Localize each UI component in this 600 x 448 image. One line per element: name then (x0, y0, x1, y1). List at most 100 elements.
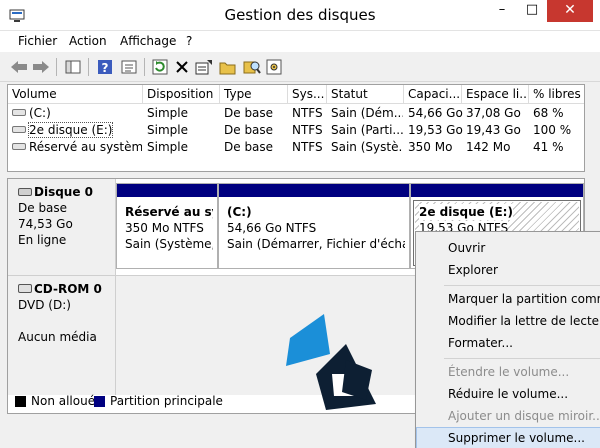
volume-capacity: 19,53 Go (408, 123, 463, 137)
help-icon[interactable]: ? (96, 58, 114, 76)
column-header-volume[interactable]: Volume (8, 85, 143, 104)
menu-separator (444, 358, 600, 359)
partition-title: Réservé au syst (125, 205, 213, 219)
menu-item-delete-volume[interactable]: Supprimer le volume... (416, 427, 600, 448)
toolbar-separator (88, 58, 89, 76)
volume-filesystem: NTFS (292, 106, 323, 120)
disk-icon (18, 188, 32, 196)
context-menu: Ouvrir Explorer Marquer la partition com… (415, 231, 600, 448)
minimize-button[interactable]: – (487, 0, 517, 22)
cdrom-name: CD-ROM 0 (34, 282, 102, 296)
volume-free-percent: 41 % (533, 140, 564, 154)
disk-0-label[interactable]: Disque 0 De base 74,53 Go En ligne (8, 179, 116, 275)
menu-item-shrink-volume[interactable]: Réduire le volume... (416, 383, 600, 405)
column-header-filesystem[interactable]: Sys... (288, 85, 327, 104)
legend-unallocated-swatch (15, 396, 26, 407)
rescan-icon[interactable] (265, 58, 283, 76)
column-header-statut[interactable]: Statut (327, 85, 404, 104)
menu-separator (444, 285, 600, 286)
volume-filesystem: NTFS (292, 140, 323, 154)
partition-size: 350 Mo NTFS (125, 221, 204, 235)
forward-icon[interactable] (32, 58, 50, 76)
svg-text:?: ? (102, 61, 109, 75)
cdrom-media: Aucun média (18, 330, 97, 344)
menu-item-mark-active[interactable]: Marquer la partition comme (416, 288, 600, 310)
partition-title: 2e disque (E:) (419, 204, 513, 220)
primary-partition-bar (117, 184, 217, 197)
properties-icon[interactable] (195, 58, 213, 76)
open-icon[interactable] (219, 58, 237, 76)
drive-icon (12, 143, 26, 150)
disk-status: En ligne (18, 233, 67, 247)
volume-disposition: Simple (147, 106, 188, 120)
primary-partition-bar (411, 184, 583, 197)
cdrom-icon (18, 284, 32, 293)
partition-title: (C:) (227, 205, 252, 219)
volume-row[interactable]: 2e disque (E:) Simple De base NTFS Sain … (8, 122, 584, 139)
partition-status: Sain (Système, A (125, 237, 214, 251)
column-header-type[interactable]: Type (220, 85, 288, 104)
volume-type: De base (224, 106, 274, 120)
disk-type: De base (18, 201, 68, 215)
volume-free-space: 37,08 Go (466, 106, 521, 120)
menu-item-ouvrir[interactable]: Ouvrir (416, 237, 600, 259)
column-header-capacite[interactable]: Capaci... (404, 85, 462, 104)
volume-name: 2e disque (E:) (27, 122, 114, 138)
menu-fichier[interactable]: Fichier (18, 34, 57, 48)
menu-item-add-mirror: Ajouter un disque miroir... (448, 409, 600, 423)
volume-filesystem: NTFS (292, 123, 323, 137)
volume-capacity: 54,66 Go (408, 106, 463, 120)
volume-list[interactable]: Volume Disposition Type Sys... Statut Ca… (7, 84, 585, 172)
volume-status: Sain (Systè... (331, 140, 403, 154)
volume-row[interactable]: Réservé au système Simple De base NTFS S… (8, 139, 584, 156)
console-tree-icon[interactable] (64, 58, 82, 76)
volume-free-percent: 100 % (533, 123, 572, 137)
volume-status: Sain (Parti... (331, 123, 403, 137)
partition-status: Sain (Démarrer, Fichier d'échange (227, 237, 405, 251)
toolbar-separator (144, 58, 145, 76)
volume-status: Sain (Dém... (331, 106, 403, 120)
volume-disposition: Simple (147, 123, 188, 137)
menu-item-extend-volume: Étendre le volume... (448, 365, 570, 379)
back-icon[interactable] (10, 58, 28, 76)
menu-item-format[interactable]: Formater... (416, 332, 600, 354)
column-header-pct-libres[interactable]: % libres (529, 85, 584, 104)
legend-primary-label: Partition principale (110, 394, 223, 408)
menu-item-change-drive-letter[interactable]: Modifier la lettre de lecteur e (416, 310, 600, 332)
volume-row[interactable]: (C:) Simple De base NTFS Sain (Dém... 54… (8, 105, 584, 122)
cdrom-drive: DVD (D:) (18, 298, 71, 312)
partition-reserved[interactable]: Réservé au syst 350 Mo NTFS Sain (Systèm… (116, 183, 218, 269)
column-header-espace-libre[interactable]: Espace li... (462, 85, 529, 104)
disk-name: Disque 0 (34, 185, 94, 199)
cdrom-0-label[interactable]: CD-ROM 0 DVD (D:) Aucun média (8, 275, 116, 395)
menu-item-explorer[interactable]: Explorer (416, 259, 600, 281)
legend-unallocated-label: Non alloué (31, 394, 96, 408)
column-header-disposition[interactable]: Disposition (143, 85, 220, 104)
volume-name: (C:) (29, 106, 51, 120)
menu-action[interactable]: Action (69, 34, 107, 48)
volume-free-space: 19,43 Go (466, 123, 521, 137)
legend-primary-swatch (94, 396, 105, 407)
refresh-icon[interactable] (151, 58, 169, 76)
menu-help[interactable]: ? (186, 34, 192, 48)
toolbar: ? (0, 52, 600, 82)
drive-icon (12, 126, 26, 133)
close-button[interactable]: ✕ (547, 0, 593, 22)
properties-list-icon[interactable] (120, 58, 138, 76)
volume-type: De base (224, 140, 274, 154)
volume-name: Réservé au système (29, 140, 142, 154)
volume-free-percent: 68 % (533, 106, 564, 120)
partition-size: 54,66 Go NTFS (227, 221, 317, 235)
menu-bar: Fichier Action Affichage ? (0, 31, 600, 52)
title-bar: Gestion des disques – □ ✕ (0, 0, 600, 31)
volume-type: De base (224, 123, 274, 137)
toolbar-separator (56, 58, 57, 76)
maximize-button[interactable]: □ (517, 0, 547, 22)
partition-c[interactable]: (C:) 54,66 Go NTFS Sain (Démarrer, Fichi… (218, 183, 410, 269)
volume-disposition: Simple (147, 140, 188, 154)
explore-icon[interactable] (243, 58, 261, 76)
volume-free-space: 142 Mo (466, 140, 511, 154)
delete-icon[interactable] (173, 58, 191, 76)
menu-affichage[interactable]: Affichage (120, 34, 176, 48)
drive-icon (12, 109, 26, 116)
